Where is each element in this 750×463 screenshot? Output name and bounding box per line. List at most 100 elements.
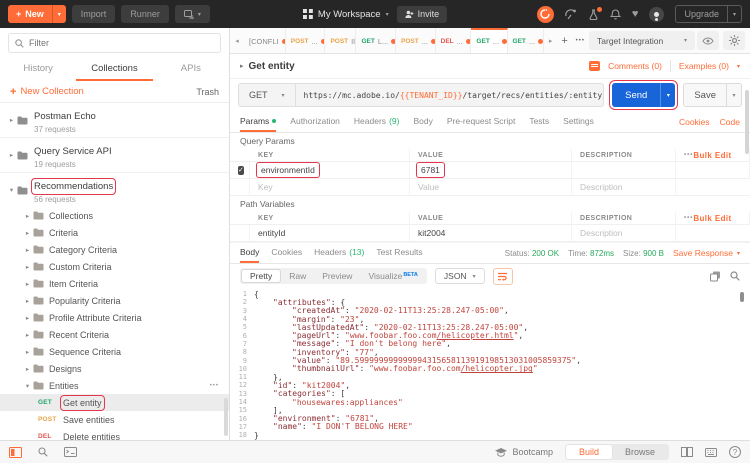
- param-key-input[interactable]: environmentId: [258, 164, 318, 176]
- tree-item-popularity-criteria[interactable]: ▸Popularity Criteria: [0, 292, 229, 309]
- request-item-get-entity[interactable]: GETGet entity: [0, 394, 229, 411]
- shortcuts-icon[interactable]: [705, 448, 717, 457]
- open-new-window-button[interactable]: ▾: [175, 5, 210, 23]
- environment-settings-button[interactable]: [723, 31, 745, 50]
- view-pretty[interactable]: Pretty: [241, 269, 281, 283]
- browse-mode-button[interactable]: Browse: [612, 445, 668, 459]
- filter-search[interactable]: [8, 33, 221, 53]
- notifications-bell-icon[interactable]: [610, 9, 621, 20]
- toggle-sidebar-icon[interactable]: [9, 447, 22, 458]
- new-dropdown-caret-icon[interactable]: ▾: [52, 5, 66, 23]
- disclosure-icon[interactable]: ▾: [6, 186, 17, 194]
- tree-item-category-criteria[interactable]: ▸Category Criteria: [0, 241, 229, 258]
- open-tab-6[interactable]: DEL...: [436, 28, 472, 53]
- api-network-icon[interactable]: [565, 9, 577, 20]
- request-item-delete-entities[interactable]: DELDelete entities: [0, 428, 229, 440]
- tab-body[interactable]: Body: [413, 111, 432, 132]
- tab-collections[interactable]: Collections: [76, 57, 152, 81]
- param-description-placeholder[interactable]: Description: [572, 179, 676, 196]
- open-tab-2[interactable]: POST...: [286, 28, 326, 53]
- trash-button[interactable]: Trash: [196, 87, 219, 97]
- send-button[interactable]: Send: [612, 83, 660, 107]
- disclosure-icon[interactable]: ▸: [22, 348, 33, 356]
- disclosure-icon[interactable]: ▸: [22, 212, 33, 220]
- bulk-edit-button[interactable]: Bulk Edit: [693, 151, 731, 160]
- request-title[interactable]: ▸ Get entity: [240, 61, 295, 72]
- save-options-caret-icon[interactable]: ▾: [726, 84, 741, 106]
- format-selector[interactable]: JSON ▾: [435, 268, 485, 284]
- filter-input[interactable]: [29, 38, 214, 48]
- open-tab-8[interactable]: GET...: [508, 28, 544, 53]
- request-item-save-entities[interactable]: POSTSave entities: [0, 411, 229, 428]
- build-mode-button[interactable]: Build: [566, 445, 612, 459]
- param-value-placeholder[interactable]: Value: [410, 179, 572, 196]
- pathvar-key-input[interactable]: entityId: [250, 225, 410, 242]
- disclosure-icon[interactable]: ▸: [22, 229, 33, 237]
- help-icon[interactable]: ?: [729, 446, 741, 458]
- main-scrollbar[interactable]: [745, 90, 749, 154]
- param-checkbox[interactable]: ✓: [238, 166, 244, 175]
- bootcamp-button[interactable]: Bootcamp: [495, 447, 553, 457]
- tree-item-designs[interactable]: ▸Designs: [0, 360, 229, 377]
- import-button[interactable]: Import: [72, 5, 116, 23]
- user-avatar[interactable]: [649, 7, 664, 22]
- tab-authorization[interactable]: Authorization: [290, 111, 340, 132]
- open-tab-4[interactable]: GETL...: [356, 28, 396, 53]
- environment-selector[interactable]: Target Integration ▾: [589, 31, 695, 50]
- disclosure-icon[interactable]: ▾: [22, 382, 33, 390]
- tab-options-icon[interactable]: •••: [572, 28, 589, 53]
- new-tab-button[interactable]: +: [558, 28, 572, 53]
- favorites-heart-icon[interactable]: ♥: [632, 9, 639, 20]
- tree-item-sequence-criteria[interactable]: ▸Sequence Criteria: [0, 343, 229, 360]
- tab-apis[interactable]: APIs: [153, 57, 229, 81]
- bulk-edit-button[interactable]: Bulk Edit: [693, 214, 731, 223]
- comments-button[interactable]: Comments (0): [608, 61, 662, 71]
- send-options-caret-icon[interactable]: ▾: [660, 83, 675, 107]
- view-preview[interactable]: Preview: [314, 269, 360, 283]
- response-tab-test-results[interactable]: Test Results: [376, 243, 422, 263]
- environment-quick-look-button[interactable]: [697, 31, 719, 50]
- disclosure-icon[interactable]: ▸: [6, 116, 17, 124]
- tree-item-recent-criteria[interactable]: ▸Recent Criteria: [0, 326, 229, 343]
- tab-settings[interactable]: Settings: [563, 111, 594, 132]
- code-link[interactable]: Code: [720, 117, 740, 127]
- examples-button[interactable]: Examples (0): [679, 61, 729, 71]
- param-value-input[interactable]: 6781: [418, 164, 443, 176]
- tree-item-item-criteria[interactable]: ▸Item Criteria: [0, 275, 229, 292]
- save-button[interactable]: Save: [684, 84, 726, 106]
- workspace-switcher[interactable]: My Workspace ▾: [303, 9, 389, 20]
- disclosure-icon[interactable]: ▸: [22, 331, 33, 339]
- tab-params[interactable]: Params: [240, 111, 276, 132]
- disclosure-icon[interactable]: ▸: [22, 263, 33, 271]
- view-visualize[interactable]: VisualizeBETA: [360, 269, 425, 283]
- method-selector[interactable]: GET ▾: [239, 84, 296, 106]
- tree-item-postman-echo[interactable]: ▸Postman Echo37 requests: [0, 103, 229, 137]
- tab-headers[interactable]: Headers(9): [354, 111, 400, 132]
- sync-icon[interactable]: [537, 6, 554, 23]
- copy-icon[interactable]: [710, 271, 721, 282]
- open-tab-5[interactable]: POST...: [396, 28, 436, 53]
- new-collection-button[interactable]: + New Collection: [10, 86, 84, 98]
- save-response-button[interactable]: Save Response ▾: [673, 248, 740, 258]
- console-icon[interactable]: [64, 447, 77, 457]
- open-tab-3[interactable]: POSTIl: [325, 28, 356, 53]
- tab-pre-request-script[interactable]: Pre-request Script: [447, 111, 516, 132]
- sidebar-scrollbar[interactable]: [224, 398, 228, 436]
- response-scrollbar[interactable]: [740, 292, 744, 302]
- tab-tests[interactable]: Tests: [529, 111, 549, 132]
- param-description-input[interactable]: [572, 162, 676, 179]
- tree-item-criteria[interactable]: ▸Criteria: [0, 224, 229, 241]
- runner-button[interactable]: Runner: [121, 5, 169, 23]
- tab-history[interactable]: History: [0, 57, 76, 81]
- table-menu-icon[interactable]: •••: [684, 215, 693, 221]
- wrap-lines-button[interactable]: [493, 268, 513, 285]
- pathvar-value-input[interactable]: kit2004: [410, 225, 572, 242]
- tree-item-recommendations[interactable]: ▾Recommendations56 requests: [0, 172, 229, 207]
- response-tab-headers[interactable]: Headers(13): [314, 243, 364, 263]
- response-tab-body[interactable]: Body: [240, 243, 259, 263]
- view-raw[interactable]: Raw: [281, 269, 314, 283]
- response-tab-cookies[interactable]: Cookies: [271, 243, 302, 263]
- tabs-scroll-left-icon[interactable]: ◂: [230, 28, 244, 53]
- disclosure-icon[interactable]: ▸: [22, 297, 33, 305]
- open-tab-7[interactable]: GET...: [471, 28, 507, 53]
